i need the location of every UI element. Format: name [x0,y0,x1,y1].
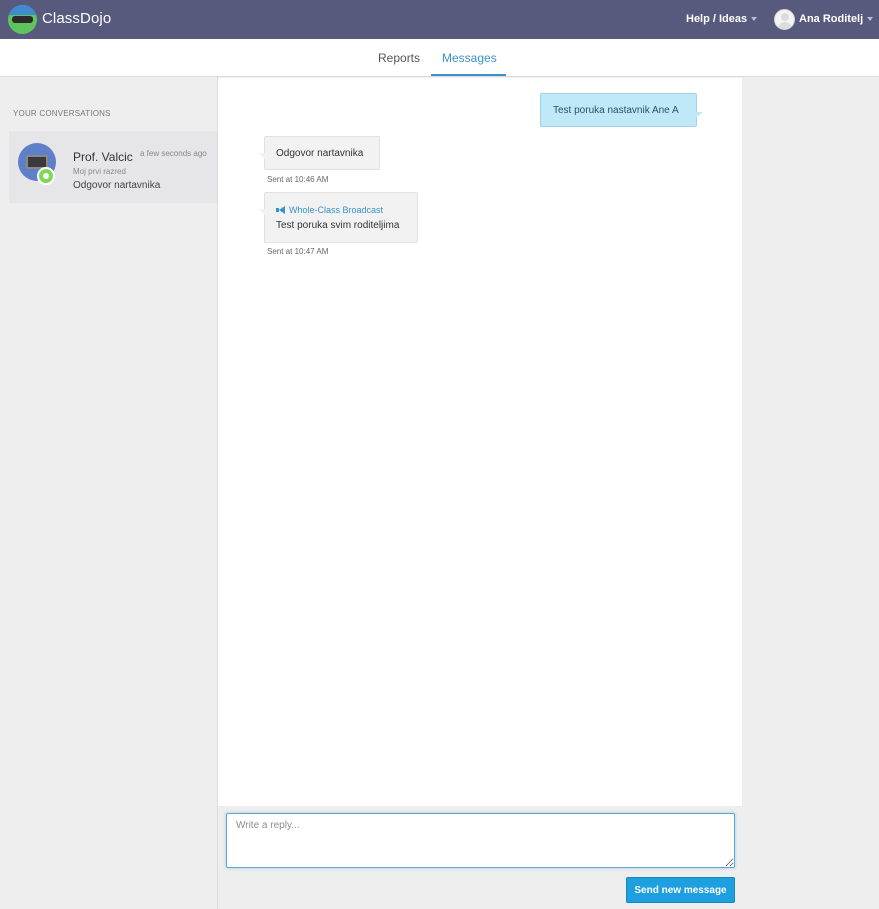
message-thread: Test poruka nastavnik Ane A Odgovor nart… [218,78,742,806]
broadcast-label: Whole-Class Broadcast [276,203,406,217]
broadcast-message: Whole-Class Broadcast Test poruka svim r… [258,192,418,243]
user-avatar-icon[interactable] [774,9,795,30]
right-gutter [742,78,879,909]
user-menu[interactable]: Ana Roditelj [799,13,874,25]
tab-reports[interactable]: Reports [378,51,420,65]
tab-bar: Reports Messages [0,39,879,77]
megaphone-icon [276,206,287,214]
conversation-class: Moj prvi razred [73,167,126,176]
class-monster-icon [37,167,55,185]
caret-down-icon [751,17,758,22]
message-timestamp: Sent at 10:46 AM [267,175,329,184]
message-text: Odgovor nartavnika [276,148,364,159]
outgoing-message: Test poruka nastavnik Ane A [540,93,703,127]
message-text: Test poruka nastavnik Ane A [553,105,679,116]
message-timestamp: Sent at 10:47 AM [267,247,329,256]
tab-messages[interactable]: Messages [442,51,497,65]
reply-area: Send new message [218,806,742,909]
caret-down-icon [867,17,874,22]
conversation-preview: Odgovor nartavnika [73,180,161,191]
message-text: Test poruka svim roditeljima [276,220,400,231]
help-ideas-label: Help / Ideas [686,13,748,25]
conversations-sidebar: YOUR CONVERSATIONS Prof. Valcic a few se… [0,77,218,909]
conversation-name: Prof. Valcic [73,150,133,164]
conversation-time: a few seconds ago [140,149,207,158]
user-name-label: Ana Roditelj [799,13,864,25]
broadcast-label-text: Whole-Class Broadcast [289,205,384,215]
reply-input[interactable] [226,813,735,868]
conversation-item[interactable]: Prof. Valcic a few seconds ago Moj prvi … [9,131,217,203]
conversations-header: YOUR CONVERSATIONS [13,109,111,118]
help-ideas-menu[interactable]: Help / Ideas [686,13,758,25]
brand-name[interactable]: ClassDojo [42,10,111,27]
incoming-message: Odgovor nartavnika [258,136,380,170]
active-tab-indicator [431,74,506,76]
classdojo-logo-icon[interactable] [8,5,37,34]
send-message-button[interactable]: Send new message [626,877,735,903]
top-navbar: ClassDojo Help / Ideas Ana Roditelj [0,0,879,39]
